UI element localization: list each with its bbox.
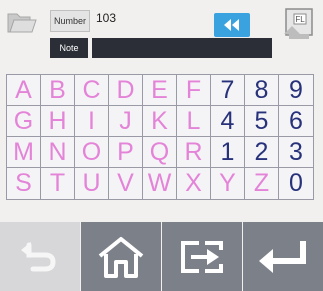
- note-field[interactable]: [92, 38, 272, 58]
- key-h[interactable]: H: [41, 106, 75, 137]
- undo-arrow-icon: [21, 241, 56, 271]
- key-b[interactable]: B: [41, 75, 75, 106]
- key-1[interactable]: 1: [211, 137, 245, 168]
- fl-settings-icon: FL: [284, 8, 313, 39]
- key-7[interactable]: 7: [211, 75, 245, 106]
- back-button[interactable]: [0, 222, 80, 291]
- key-n[interactable]: N: [41, 137, 75, 168]
- key-4[interactable]: 4: [211, 106, 245, 137]
- key-y[interactable]: Y: [211, 168, 245, 199]
- bottom-nav: [0, 222, 323, 291]
- folder-button[interactable]: [6, 8, 38, 36]
- key-6[interactable]: 6: [279, 106, 313, 137]
- key-k[interactable]: K: [143, 106, 177, 137]
- key-w[interactable]: W: [143, 168, 177, 199]
- home-icon: [98, 236, 144, 278]
- key-g[interactable]: G: [7, 106, 41, 137]
- key-r[interactable]: R: [177, 137, 211, 168]
- screen: Number 103 Note FL ABCDEF789GHIJKL456MNO…: [0, 0, 323, 291]
- double-left-arrow-icon: [224, 19, 239, 31]
- enter-button[interactable]: [243, 222, 323, 291]
- key-c[interactable]: C: [75, 75, 109, 106]
- key-3[interactable]: 3: [279, 137, 313, 168]
- key-9[interactable]: 9: [279, 75, 313, 106]
- key-i[interactable]: I: [75, 106, 109, 137]
- note-label: Note: [50, 38, 88, 58]
- key-v[interactable]: V: [109, 168, 143, 199]
- key-8[interactable]: 8: [245, 75, 279, 106]
- number-label: Number: [50, 10, 90, 32]
- key-f[interactable]: F: [177, 75, 211, 106]
- key-5[interactable]: 5: [245, 106, 279, 137]
- enter-icon: [259, 240, 306, 273]
- key-e[interactable]: E: [143, 75, 177, 106]
- key-x[interactable]: X: [177, 168, 211, 199]
- key-t[interactable]: T: [41, 168, 75, 199]
- home-button[interactable]: [81, 222, 161, 291]
- key-q[interactable]: Q: [143, 137, 177, 168]
- character-keypad: ABCDEF789 GHIJKL456 MNOPQR123 STUVWXYZ0: [6, 74, 314, 200]
- key-a[interactable]: A: [7, 75, 41, 106]
- key-o[interactable]: O: [75, 137, 109, 168]
- fl-settings-button[interactable]: FL: [282, 6, 316, 42]
- folder-icon: [7, 13, 37, 33]
- fl-badge-text: FL: [295, 15, 305, 24]
- key-2[interactable]: 2: [245, 137, 279, 168]
- key-j[interactable]: J: [109, 106, 143, 137]
- key-p[interactable]: P: [109, 137, 143, 168]
- exchange-icon: [181, 240, 223, 273]
- key-l[interactable]: L: [177, 106, 211, 137]
- key-m[interactable]: M: [7, 137, 41, 168]
- backspace-button[interactable]: [214, 13, 250, 37]
- key-d[interactable]: D: [109, 75, 143, 106]
- key-s[interactable]: S: [7, 168, 41, 199]
- exchange-button[interactable]: [162, 222, 242, 291]
- key-0[interactable]: 0: [279, 168, 313, 199]
- key-z[interactable]: Z: [245, 168, 279, 199]
- key-u[interactable]: U: [75, 168, 109, 199]
- number-value[interactable]: 103: [96, 11, 116, 25]
